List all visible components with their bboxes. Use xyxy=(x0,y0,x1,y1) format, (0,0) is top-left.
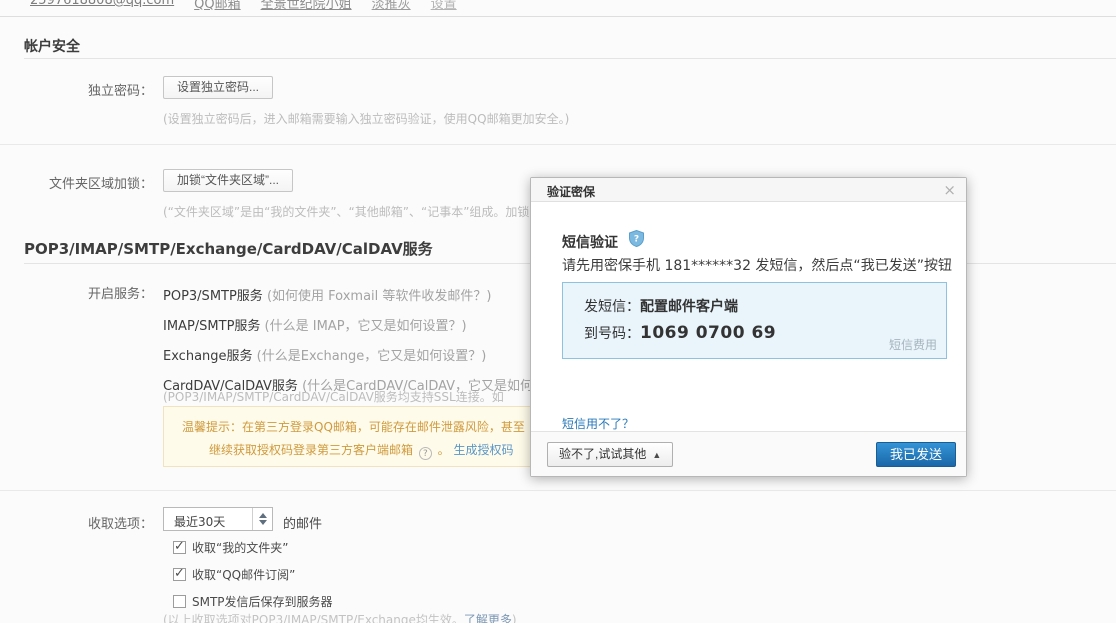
service-row-exchange: Exchange服务 (什么是Exchange，它又是如何设置？) xyxy=(163,342,577,372)
section-rule xyxy=(24,58,1116,59)
top-divider xyxy=(0,16,1116,17)
qq-subscription-checkbox[interactable] xyxy=(173,568,186,581)
section-title-account-security: 帐户安全 xyxy=(24,36,80,56)
learn-more-link[interactable]: 了解更多 xyxy=(464,613,512,623)
checkbox-label: 收取“QQ邮件订阅” xyxy=(192,566,295,583)
dialog-header: 验证密保 × xyxy=(531,178,966,202)
services-list: POP3/SMTP服务 (如何使用 Foxmail 等软件收发邮件？) IMAP… xyxy=(163,282,577,402)
service-help-link[interactable]: (如何使用 Foxmail 等软件收发邮件？) xyxy=(267,289,492,304)
sms-number-line: 到号码：1069 0700 69 xyxy=(584,323,776,343)
dialog-title: 验证密保 xyxy=(547,183,595,200)
select-spinner-icon[interactable] xyxy=(252,508,272,530)
warning-line2: 继续获取授权码登录第三方客户端邮箱 ? 。 生成授权码 xyxy=(209,441,514,460)
service-row-imap-smtp: IMAP/SMTP服务 (什么是 IMAP，它又是如何设置？) xyxy=(163,312,577,342)
service-help-link[interactable]: (什么是Exchange，它又是如何设置？) xyxy=(257,349,487,364)
checkbox-row-my-folders: 收取“我的文件夹” xyxy=(173,539,288,556)
svg-text:?: ? xyxy=(634,235,639,245)
recent-days-select[interactable]: 最近30天 xyxy=(163,507,273,531)
service-row-pop3-smtp: POP3/SMTP服务 (如何使用 Foxmail 等软件收发邮件？) xyxy=(163,282,577,312)
try-other-method-button[interactable]: 验不了,试试其他 ▲ xyxy=(547,442,673,467)
nav-skin-link[interactable]: 淡推灰 xyxy=(372,0,411,12)
folder-lock-label: 文件夹区域加锁： xyxy=(0,173,153,192)
shield-question-icon[interactable]: ? xyxy=(629,230,644,251)
section-title-services: POP3/IMAP/SMTP/Exchange/CardDAV/CalDAV服务 xyxy=(24,238,433,259)
lock-folder-area-button[interactable]: 加锁“文件夹区域”... xyxy=(163,169,293,192)
sms-content-label: 发短信： xyxy=(584,299,640,315)
recent-days-value: 最近30天 xyxy=(174,513,225,530)
footnote-close: ) xyxy=(512,613,517,623)
nav-account-link[interactable]: 全景世纪院小姐 xyxy=(261,0,352,12)
sms-details-box: 发短信：配置邮件客户端 到号码：1069 0700 69 短信费用 xyxy=(562,282,947,359)
warning-line1: 温馨提示：在第三方登录QQ邮箱，可能存在邮件泄露风险，甚至 xyxy=(182,418,525,435)
top-nav: 2597618808@qq.com QQ邮箱 全景世纪院小姐 淡推灰 设置 xyxy=(30,0,457,12)
close-icon[interactable]: × xyxy=(943,181,956,199)
receive-options-footnote: (以上收取选项对POP3/IMAP/SMTP/Exchange均生效。了解更多) xyxy=(163,611,517,623)
my-folders-checkbox[interactable] xyxy=(173,541,186,554)
checkbox-row-smtp-save: SMTP发信后保存到服务器 xyxy=(173,593,333,610)
nav-settings-link[interactable]: 设置 xyxy=(431,0,457,12)
help-circle-icon[interactable]: ? xyxy=(419,447,432,460)
row-divider xyxy=(0,490,1116,491)
service-help-link[interactable]: (什么是 IMAP，它又是如何设置？) xyxy=(265,319,467,334)
smtp-save-checkbox[interactable] xyxy=(173,595,186,608)
ssl-note: (POP3/IMAP/SMTP/CardDAV/CalDAV服务均支持SSL连接… xyxy=(163,388,504,405)
service-name: Exchange服务 xyxy=(163,349,257,364)
chevron-up-icon: ▲ xyxy=(652,450,661,460)
folder-lock-note: (“文件夹区域”是由“我的文件夹”、“其他邮箱”、“记事本”组成。加锁 xyxy=(163,203,529,220)
independent-password-label: 独立密码： xyxy=(0,80,153,99)
service-name: IMAP/SMTP服务 xyxy=(163,319,265,334)
set-independent-password-button[interactable]: 设置独立密码... xyxy=(163,76,273,99)
warning-period: 。 xyxy=(438,443,450,457)
checkbox-label: 收取“我的文件夹” xyxy=(192,539,288,556)
warning-line2-text: 继续获取授权码登录第三方客户端邮箱 xyxy=(209,443,413,457)
receive-options-label: 收取选项： xyxy=(0,513,153,532)
footnote-text: (以上收取选项对POP3/IMAP/SMTP/Exchange均生效。 xyxy=(163,613,464,623)
sms-content-value: 配置邮件客户端 xyxy=(640,299,738,315)
sms-fee-link[interactable]: 短信费用 xyxy=(889,336,937,353)
receive-options-suffix: 的邮件 xyxy=(283,513,322,532)
sms-number-label: 到号码： xyxy=(584,326,640,342)
service-name: POP3/SMTP服务 xyxy=(163,289,267,304)
independent-password-note: (设置独立密码后，进入邮箱需要输入独立密码验证，使用QQ邮箱更加安全。) xyxy=(163,110,569,127)
account-email-link[interactable]: 2597618808@qq.com xyxy=(30,0,174,12)
sms-verification-title: 短信验证 xyxy=(562,232,618,252)
try-other-label: 验不了,试试其他 xyxy=(559,447,646,461)
verify-security-dialog: 验证密保 × 短信验证 ? 请先用密保手机 181******32 发短信，然后… xyxy=(530,177,967,477)
generate-auth-code-link[interactable]: 生成授权码 xyxy=(454,443,514,457)
sms-content-line: 发短信：配置邮件客户端 xyxy=(584,296,738,316)
sms-number-value: 1069 0700 69 xyxy=(640,323,776,343)
nav-qqmail-link[interactable]: QQ邮箱 xyxy=(194,0,240,12)
sms-instruction: 请先用密保手机 181******32 发短信，然后点“我已发送”按钮 xyxy=(562,255,952,275)
enable-services-label: 开启服务： xyxy=(0,283,153,302)
checkbox-row-qq-subscription: 收取“QQ邮件订阅” xyxy=(173,566,295,583)
row-divider xyxy=(0,144,1116,145)
sms-unavailable-link[interactable]: 短信用不了？ xyxy=(562,415,634,432)
sms-sent-button[interactable]: 我已发送 xyxy=(876,442,956,467)
dialog-footer: 验不了,试试其他 ▲ 我已发送 xyxy=(531,431,966,476)
qqmail-settings-page: 2597618808@qq.com QQ邮箱 全景世纪院小姐 淡推灰 设置 帐户… xyxy=(0,0,1116,623)
checkbox-label: SMTP发信后保存到服务器 xyxy=(192,593,333,610)
